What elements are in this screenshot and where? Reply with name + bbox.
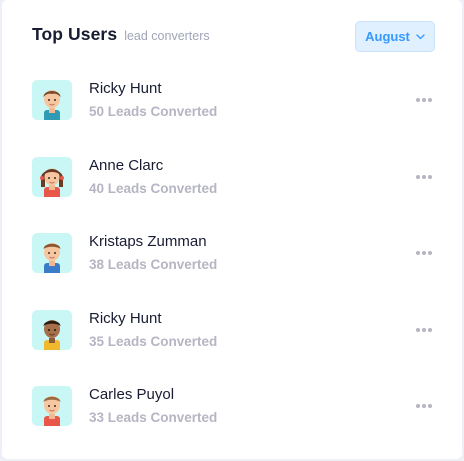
more-options-icon[interactable] <box>412 320 436 340</box>
more-options-icon[interactable] <box>412 243 436 263</box>
user-name[interactable]: Ricky Hunt <box>89 310 162 327</box>
list-item: Anne Clarc 40 Leads Converted <box>32 153 436 230</box>
list-item: Ricky Hunt 50 Leads Converted <box>32 76 436 153</box>
list-item: Kristaps Zumman 38 Leads Converted <box>32 229 436 306</box>
user-leads: 38 Leads Converted <box>89 257 218 272</box>
chevron-down-icon <box>416 33 425 40</box>
month-dropdown-label: August <box>365 29 410 44</box>
user-leads: 40 Leads Converted <box>89 180 218 196</box>
card-subtitle: lead converters <box>124 29 210 43</box>
user-name[interactable]: Kristaps Zumman <box>89 233 207 250</box>
girl-avatar-icon <box>32 156 72 197</box>
month-dropdown-button[interactable]: August <box>355 21 435 52</box>
boy-avatar-icon <box>32 80 72 120</box>
user-leads: 33 Leads Converted <box>89 410 218 425</box>
user-leads: 50 Leads Converted <box>89 104 218 119</box>
user-list: Ricky Hunt 50 Leads Converted Anne Clarc… <box>32 76 436 459</box>
boy-dark-avatar-icon <box>32 309 72 350</box>
card-header: Top Users lead converters <box>32 24 210 45</box>
more-options-icon[interactable] <box>412 396 436 416</box>
user-leads: 35 Leads Converted <box>89 333 218 349</box>
user-name[interactable]: Ricky Hunt <box>89 80 162 97</box>
user-name[interactable]: Anne Clarc <box>89 157 163 174</box>
list-item: Ricky Hunt 35 Leads Converted <box>32 306 436 383</box>
top-users-card: Top Users lead converters August Ricky H… <box>2 0 462 459</box>
list-item: Carles Puyol 33 Leads Converted <box>32 382 436 459</box>
more-options-icon[interactable] <box>412 167 436 187</box>
boy-avatar-icon <box>32 233 72 273</box>
more-options-icon[interactable] <box>412 90 436 110</box>
boy-avatar-icon <box>32 386 72 426</box>
user-name[interactable]: Carles Puyol <box>89 386 174 403</box>
card-title: Top Users <box>32 24 118 44</box>
